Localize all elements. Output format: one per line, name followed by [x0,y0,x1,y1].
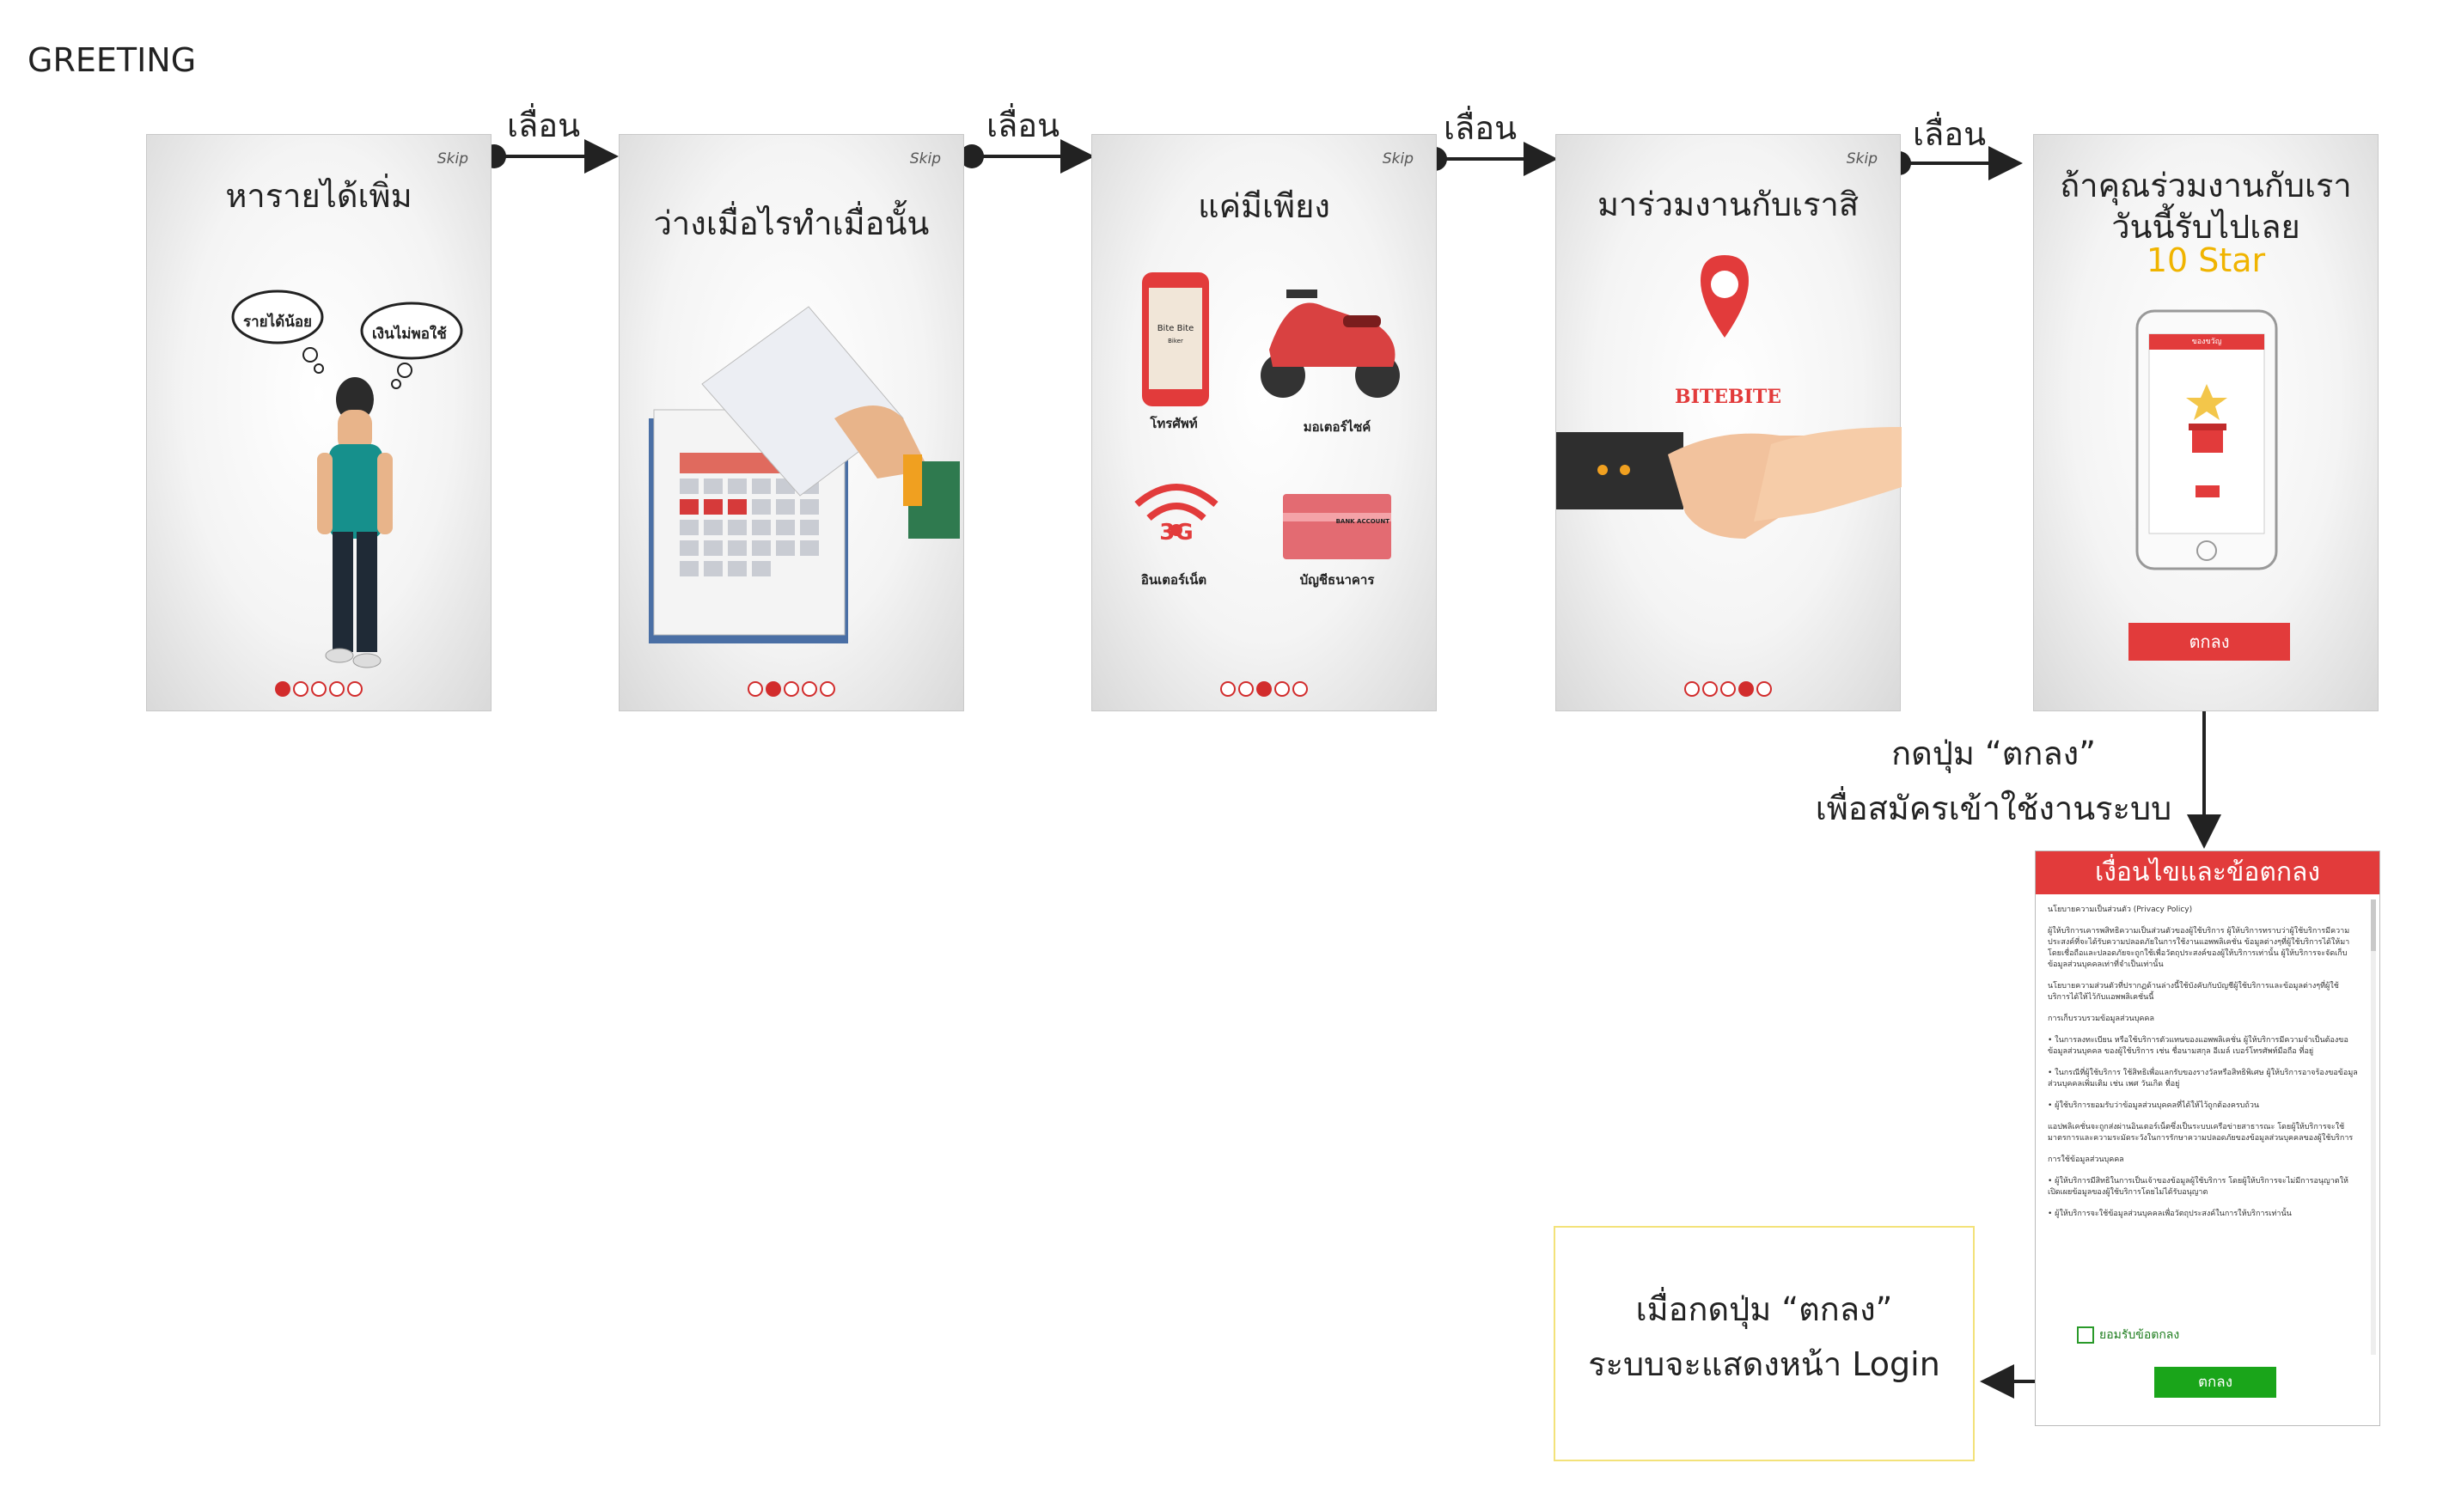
terms-paragraph: การเก็บรวบรวมข้อมูลส่วนบุคคล [2048,1015,2154,1023]
page-dot [1684,681,1700,697]
terms-paragraph: • ผู้ใช้บริการยอมรับว่าข้อมูลส่วนบุคคลที… [2048,1101,2260,1110]
bank-card-icon [1283,494,1391,559]
item-internet: อินเตอร์เน็ต [1140,572,1207,588]
page-dot [1720,681,1736,697]
swipe-label-3: เลื่อน [1444,109,1518,147]
agree-checkbox[interactable] [2077,1326,2094,1344]
page-indicator [1556,681,1900,697]
greeting-screen-4: Skip มาร่วมงานกับเราสิ BITEBITE [1555,134,1902,711]
bank-card-text: BANK ACCOUNT [1335,518,1389,525]
greeting-screen-3: Skip แค่มีเพียง Bite Bite Biker 3G BANK … [1091,134,1437,711]
phone-screen-subtext: Biker [1168,338,1183,344]
phone-screen-text: Bite Bite [1157,324,1194,333]
login-note-line1: เมื่อกดปุ่ม “ตกลง” [1635,1290,1893,1328]
page-dot [820,681,835,697]
greeting-screen-5: ถ้าคุณร่วมงานกับเรา วันนี้รับไปเลย 10 St… [2033,134,2379,711]
thought-bubble-low-income: รายได้น้อย [243,314,313,331]
greeting-screen-1: Skip หารายได้เพิ่ม รายได้น้อย เงินไม่พอใ… [146,134,492,711]
swipe-label-2: เลื่อน [986,107,1060,144]
calendar-illustration [649,306,960,643]
swipe-label-1: เลื่อน [507,107,581,144]
page-dot [1738,681,1754,697]
terms-screen: เงื่อนไขและข้อตกลง นโยบายความเป็นส่วนตัว… [2035,850,2380,1426]
login-note-line2: ระบบจะแสดงหน้า Login [1588,1345,1940,1383]
terms-ok-button[interactable]: ตกลง [2154,1367,2276,1398]
page-dot [293,681,308,697]
page-dot [1220,681,1236,697]
agree-checkbox-label: ยอมรับข้อตกลง [2099,1328,2180,1342]
terms-body: นโยบายความเป็นส่วนตัว (Privacy Policy) ผ… [2048,905,2360,1230]
ok-button[interactable]: ตกลง [2128,623,2290,661]
login-note-box: เมื่อกดปุ่ม “ตกลง” ระบบจะแสดงหน้า Login [1554,1226,1975,1461]
page-dot [1238,681,1254,697]
page-indicator [1092,681,1436,697]
terms-paragraph: ผู้ให้บริการเคารพสิทธิความเป็นส่วนตัวของ… [2048,927,2350,969]
page-dot [802,681,817,697]
handshake-illustration [1556,255,1902,539]
agree-checkbox-row[interactable]: ยอมรับข้อตกลง [2077,1326,2185,1344]
register-annotation-line2: เพื่อสมัครเข้าใช้งานระบบ [1815,790,2172,827]
terms-scrollbar[interactable] [2371,899,2376,1355]
terms-paragraph: การใช้ข้อมูลส่วนบุคคล [2048,1155,2124,1164]
gift-icon [2192,427,2223,453]
page-dot [1274,681,1290,697]
swipe-label-4: เลื่อน [1913,115,1987,153]
page-dot [329,681,345,697]
terms-header: เงื่อนไขและข้อตกลง [2036,851,2379,894]
bitebite-logo: BITEBITE [1674,386,1782,408]
item-motorcycle: มอเตอร์ไซค์ [1303,419,1371,435]
page-indicator [620,681,963,697]
page-dot [766,681,781,697]
scrollbar-thumb[interactable] [2371,899,2376,951]
reward-screen-header: ของขวัญ [2191,338,2222,346]
terms-paragraph: แอปพลิเคชั่นจะถูกส่งผ่านอินเตอร์เน็ตซึ่ง… [2048,1123,2354,1143]
terms-paragraph: • ในกรณีที่ผู้ใช้บริการ ใช้สิทธิเพื่อแลก… [2048,1069,2358,1088]
terms-paragraph: นโยบายความส่วนตัวที่ปรากฏด้านล่างนี้ใช้บ… [2048,982,2339,1002]
terms-paragraph: • ในการลงทะเบียน หรือใช้บริการตัวแทนของแ… [2048,1036,2348,1056]
page-dot [1756,681,1772,697]
terms-paragraph: • ผู้ให้บริการจะใช้ข้อมูลส่วนบุคคลเพื่อว… [2048,1210,2292,1218]
thought-bubble-not-enough: เงินไม่พอใช้ [372,326,447,343]
page-dot [275,681,290,697]
network-text: 3G [1159,520,1194,546]
page-dot [784,681,799,697]
item-bank-account: บัญชีธนาคาร [1299,572,1375,588]
page-dot [311,681,327,697]
page-dot [1702,681,1718,697]
greeting-screen-2: Skip ว่างเมื่อไรทำเมื่อนั้น [619,134,964,711]
page-indicator [147,681,491,697]
terms-paragraph: • ผู้ให้บริการมีสิทธิในการเป็นเจ้าของข้อ… [2048,1177,2348,1197]
page-dot [1256,681,1272,697]
item-phone: โทรศัพท์ [1150,416,1198,431]
page-dot [748,681,763,697]
motorcycle-icon [1261,290,1400,398]
wifi-icon [1134,484,1218,521]
page-dot [347,681,363,697]
register-annotation-line1: กดปุ่ม “ตกลง” [1891,735,2096,772]
page-dot [1292,681,1308,697]
person-illustration [231,290,463,668]
terms-paragraph: นโยบายความเป็นส่วนตัว (Privacy Policy) [2048,905,2193,914]
